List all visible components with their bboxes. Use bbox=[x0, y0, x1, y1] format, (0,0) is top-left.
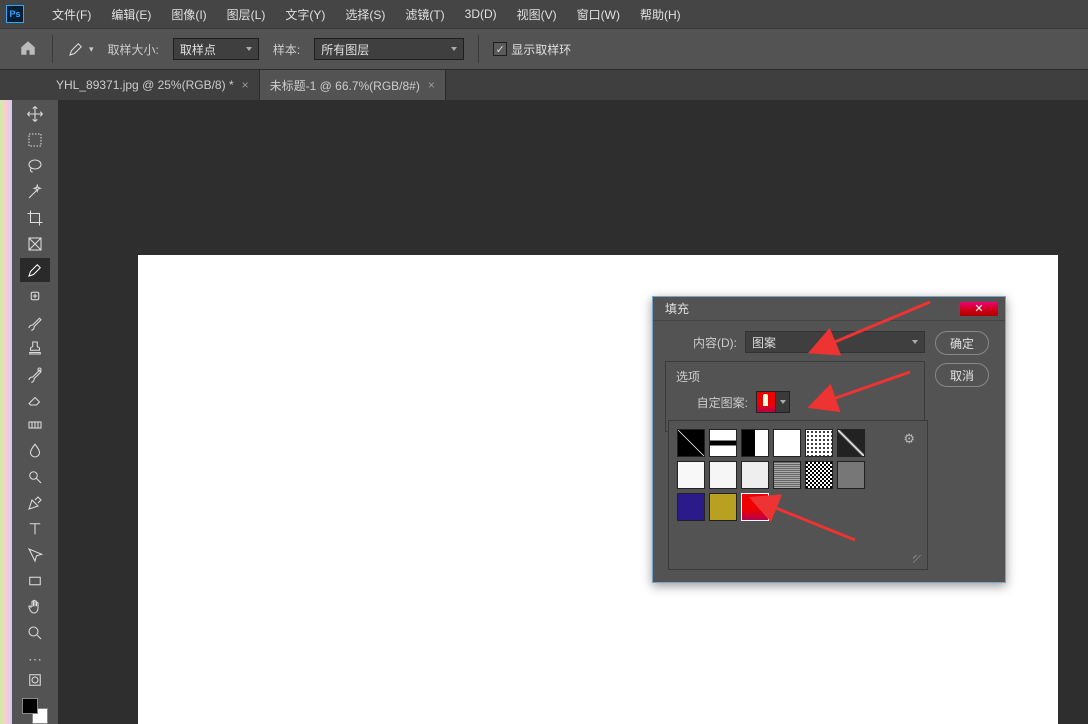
content-select[interactable]: 图案 bbox=[745, 331, 925, 353]
pattern-picker: ⚙ bbox=[668, 420, 928, 570]
zoom-tool[interactable] bbox=[20, 621, 50, 645]
tab-title: 未标题-1 @ 66.7%(RGB/8#) bbox=[270, 77, 420, 94]
dodge-tool[interactable] bbox=[20, 465, 50, 489]
pattern-swatch[interactable] bbox=[677, 429, 705, 457]
ok-button[interactable]: 确定 bbox=[935, 331, 989, 355]
pattern-swatch[interactable] bbox=[677, 493, 705, 521]
document-tab[interactable]: 未标题-1 @ 66.7%(RGB/8#) × bbox=[260, 70, 446, 100]
custom-pattern-label: 自定图案: bbox=[676, 394, 748, 411]
pattern-swatch[interactable] bbox=[709, 429, 737, 457]
magic-wand-tool[interactable] bbox=[20, 180, 50, 204]
dialog-titlebar[interactable]: 填充 ✕ bbox=[653, 297, 1005, 321]
stamp-tool[interactable] bbox=[20, 336, 50, 360]
tab-title: YHL_89371.jpg @ 25%(RGB/8) * bbox=[56, 78, 234, 92]
pattern-swatch[interactable] bbox=[805, 461, 833, 489]
pen-tool[interactable] bbox=[20, 491, 50, 515]
custom-pattern-select[interactable] bbox=[756, 391, 790, 413]
healing-tool[interactable] bbox=[20, 284, 50, 308]
options-bar: ▾ 取样大小: 取样点 样本: 所有图层 ✓ 显示取样环 bbox=[0, 28, 1088, 70]
quick-mask[interactable] bbox=[20, 668, 50, 692]
frame-tool[interactable] bbox=[20, 232, 50, 256]
eyedropper-tool[interactable] bbox=[20, 258, 50, 282]
move-tool[interactable] bbox=[20, 102, 50, 126]
pattern-swatch[interactable] bbox=[773, 429, 801, 457]
menu-select[interactable]: 选择(S) bbox=[335, 2, 395, 27]
toolbox: ⋯ bbox=[12, 100, 58, 724]
gradient-tool[interactable] bbox=[20, 413, 50, 437]
content-label: 内容(D): bbox=[665, 334, 737, 351]
chevron-down-icon[interactable] bbox=[776, 391, 790, 413]
menu-type[interactable]: 文字(Y) bbox=[275, 2, 335, 27]
menu-file[interactable]: 文件(F) bbox=[42, 2, 101, 27]
pattern-thumbnail bbox=[756, 391, 776, 413]
pattern-swatch[interactable] bbox=[805, 429, 833, 457]
options-label: 选项 bbox=[676, 368, 914, 385]
dialog-title: 填充 bbox=[665, 300, 689, 317]
app-logo: Ps bbox=[6, 5, 24, 23]
path-tool[interactable] bbox=[20, 543, 50, 567]
edit-toolbar[interactable]: ⋯ bbox=[28, 651, 42, 668]
document-tab[interactable]: YHL_89371.jpg @ 25%(RGB/8) * × bbox=[46, 70, 260, 100]
pattern-swatch[interactable] bbox=[677, 461, 705, 489]
close-icon[interactable]: × bbox=[428, 78, 435, 92]
menu-view[interactable]: 视图(V) bbox=[507, 2, 567, 27]
history-brush-tool[interactable] bbox=[20, 362, 50, 386]
blur-tool[interactable] bbox=[20, 439, 50, 463]
sample-size-label: 取样大小: bbox=[108, 41, 159, 58]
crop-tool[interactable] bbox=[20, 206, 50, 230]
separator bbox=[478, 35, 479, 63]
hand-tool[interactable] bbox=[20, 595, 50, 619]
lasso-tool[interactable] bbox=[20, 154, 50, 178]
menu-window[interactable]: 窗口(W) bbox=[567, 2, 630, 27]
show-ring-label: 显示取样环 bbox=[511, 41, 571, 58]
menu-filter[interactable]: 滤镜(T) bbox=[395, 2, 454, 27]
close-button[interactable]: ✕ bbox=[959, 301, 999, 317]
pattern-swatch[interactable] bbox=[837, 461, 865, 489]
sample-layer-select[interactable]: 所有图层 bbox=[314, 38, 464, 60]
show-ring-checkbox[interactable]: ✓ 显示取样环 bbox=[493, 41, 571, 58]
document-tab-bar: YHL_89371.jpg @ 25%(RGB/8) * × 未标题-1 @ 6… bbox=[0, 70, 1088, 100]
close-icon[interactable]: × bbox=[242, 78, 249, 92]
pattern-swatch[interactable] bbox=[709, 461, 737, 489]
sample-layer-label: 样本: bbox=[273, 41, 300, 58]
menu-edit[interactable]: 编辑(E) bbox=[101, 2, 161, 27]
foreground-background-swatch[interactable] bbox=[22, 698, 48, 724]
rectangle-tool[interactable] bbox=[20, 569, 50, 593]
brush-tool[interactable] bbox=[20, 310, 50, 334]
eraser-tool[interactable] bbox=[20, 387, 50, 411]
resize-grip[interactable] bbox=[913, 555, 923, 565]
gear-icon[interactable]: ⚙ bbox=[903, 431, 915, 447]
cancel-button[interactable]: 取消 bbox=[935, 363, 989, 387]
separator bbox=[52, 35, 53, 63]
pattern-swatch[interactable] bbox=[741, 493, 769, 521]
home-icon[interactable] bbox=[18, 39, 38, 60]
pattern-swatch[interactable] bbox=[773, 461, 801, 489]
pattern-swatch[interactable] bbox=[837, 429, 865, 457]
type-tool[interactable] bbox=[20, 517, 50, 541]
menu-bar: Ps 文件(F) 编辑(E) 图像(I) 图层(L) 文字(Y) 选择(S) 滤… bbox=[0, 0, 1088, 28]
pattern-swatch[interactable] bbox=[741, 461, 769, 489]
sample-size-select[interactable]: 取样点 bbox=[173, 38, 259, 60]
marquee-tool[interactable] bbox=[20, 128, 50, 152]
eyedropper-icon[interactable]: ▾ bbox=[67, 40, 94, 58]
menu-3d[interactable]: 3D(D) bbox=[455, 3, 507, 25]
pattern-swatch[interactable] bbox=[709, 493, 737, 521]
menu-help[interactable]: 帮助(H) bbox=[630, 2, 691, 27]
ruler-edge bbox=[0, 100, 12, 724]
pattern-swatch[interactable] bbox=[741, 429, 769, 457]
menu-image[interactable]: 图像(I) bbox=[161, 2, 216, 27]
menu-layer[interactable]: 图层(L) bbox=[217, 2, 276, 27]
